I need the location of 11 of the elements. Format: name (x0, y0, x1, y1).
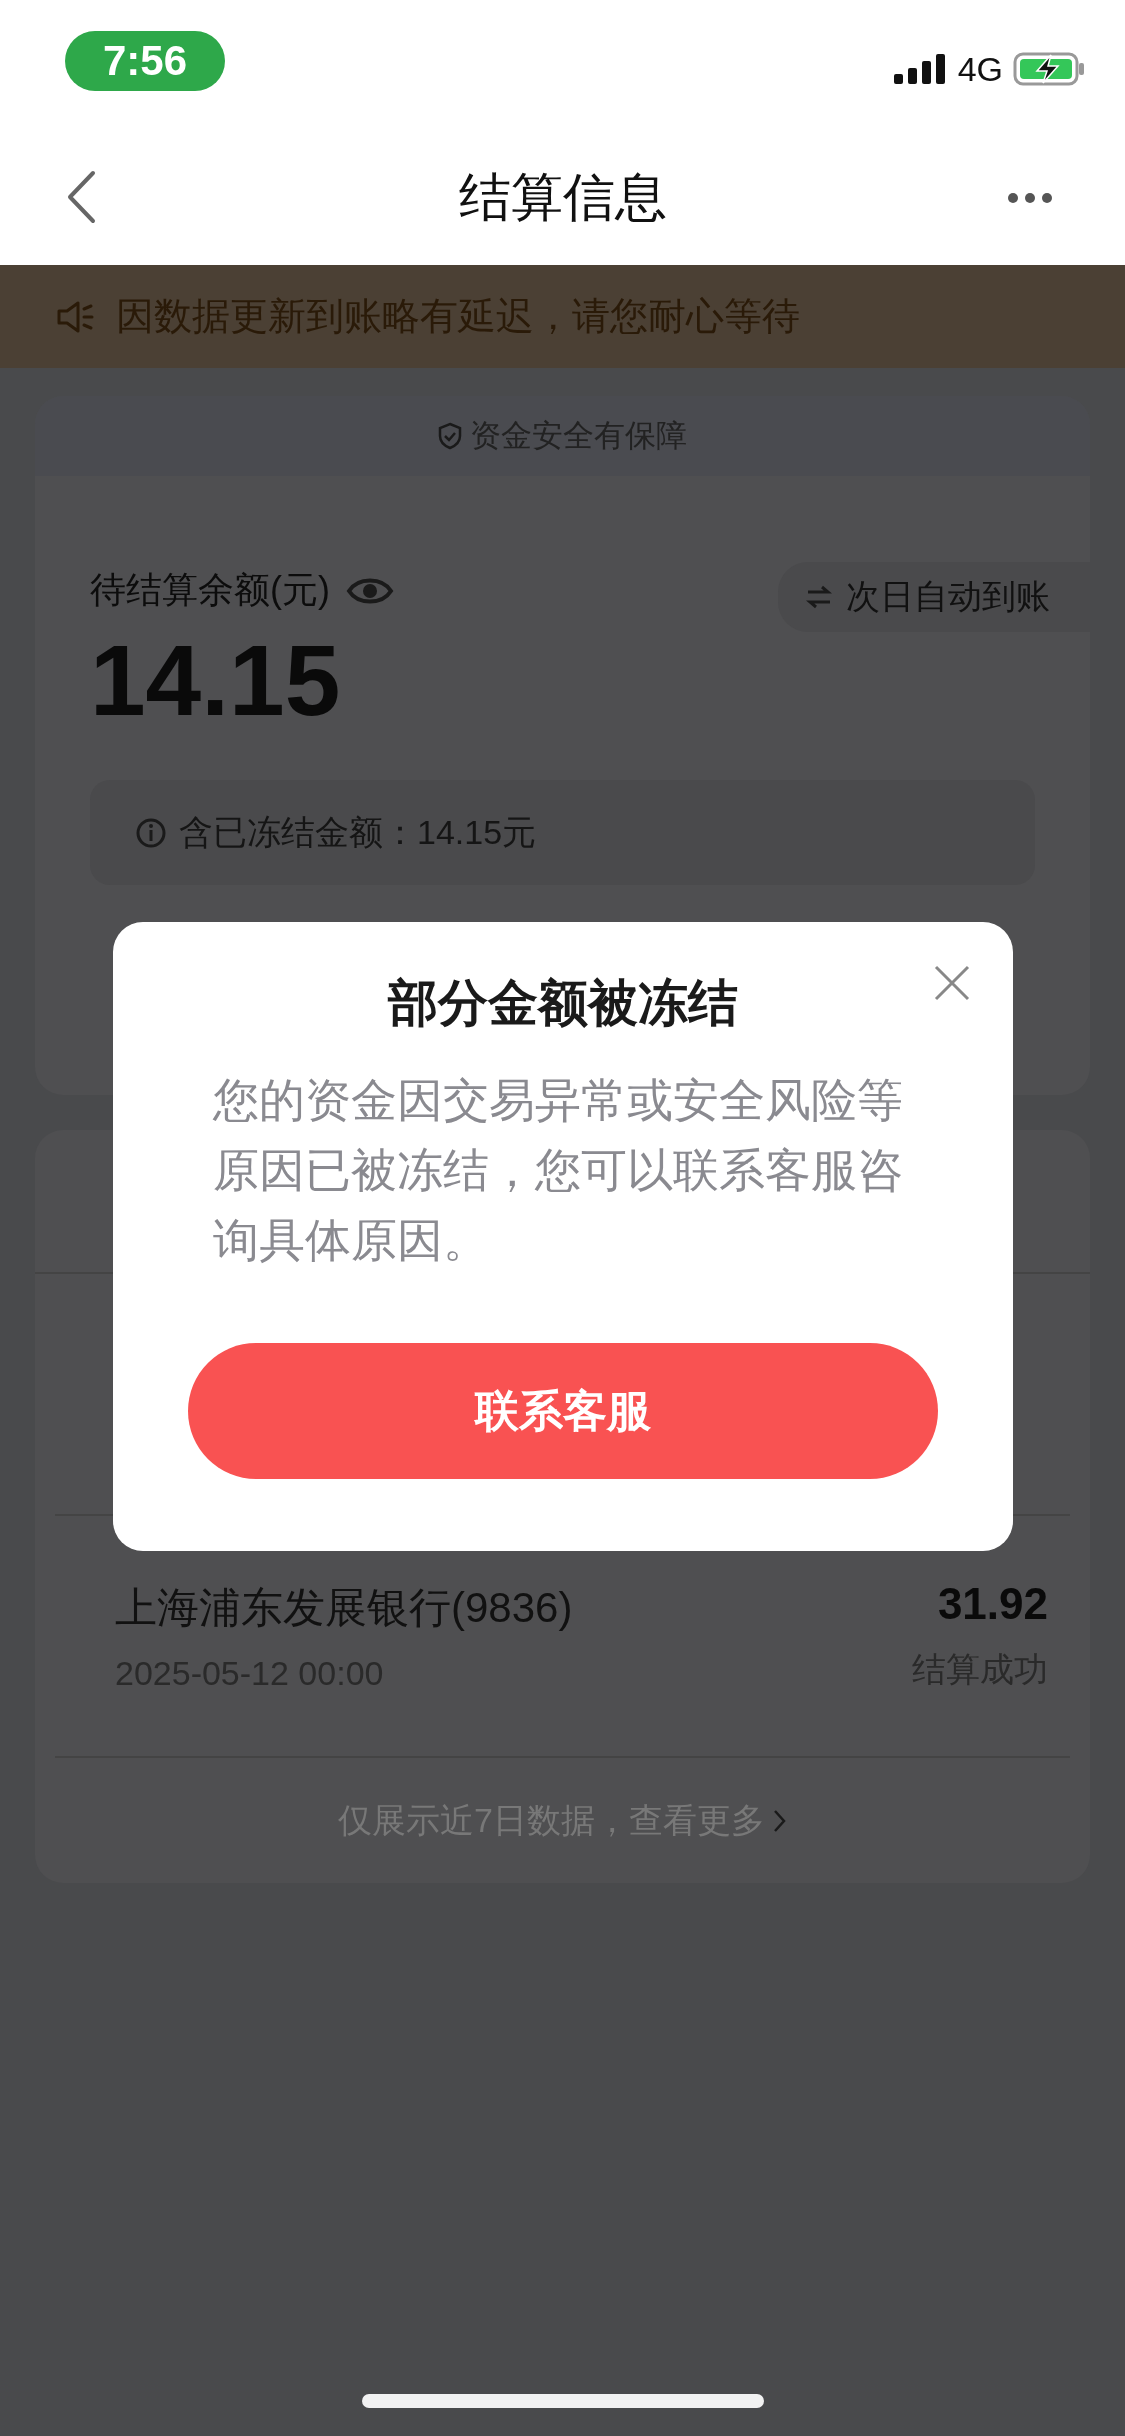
balance-label: 待结算余额(元) (90, 568, 330, 612)
page-title: 结算信息 (458, 166, 667, 228)
dialog-title: 部分金额被冻结 (388, 974, 738, 1033)
contact-service-button[interactable]: 联系客服 (188, 1343, 938, 1479)
dialog-message: 您的资金因交易异常或安全风险等原因已被冻结，您可以联系客服咨询具体原因。 (213, 1073, 904, 1268)
payout-mode-button[interactable]: 次日自动到账 (778, 562, 1090, 632)
network-label: 4G (957, 49, 1003, 89)
record-amount: 31.92 (937, 1579, 1048, 1629)
status-time: 7:56 (65, 31, 226, 91)
balance-amount: 14.15 (90, 623, 342, 738)
bank-name: 上海浦东发展银行(9836) (115, 1582, 573, 1633)
